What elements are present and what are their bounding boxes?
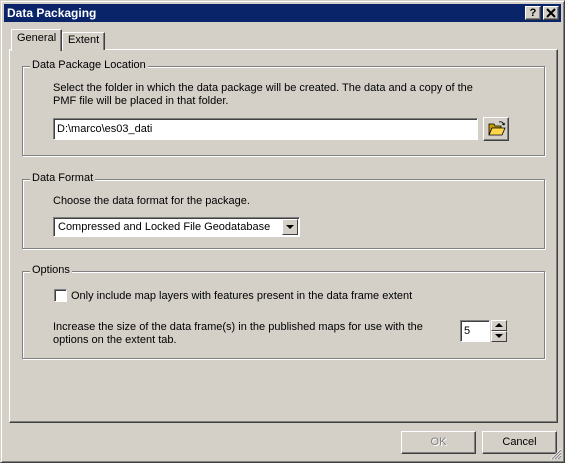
location-description-line1: Select the folder in which the data pack… [53, 82, 473, 94]
arrow-down-icon [495, 334, 503, 338]
data-packaging-dialog: Data Packaging ? General Extent Data Pac… [0, 0, 565, 463]
window-title: Data Packaging [7, 6, 97, 20]
tab-extent[interactable]: Extent [62, 32, 106, 50]
location-description-line2: PMF file will be placed in that folder. [53, 95, 229, 107]
help-button[interactable]: ? [525, 6, 541, 20]
data-package-location-group: Data Package Location [22, 59, 545, 156]
tab-general-label: General [17, 32, 57, 44]
cancel-button[interactable]: Cancel [482, 431, 557, 454]
browse-folder-button[interactable] [483, 117, 509, 141]
extent-description-line2: options on the extent tab. [53, 334, 177, 346]
include-features-label[interactable]: Only include map layers with features pr… [71, 290, 412, 303]
ok-button[interactable]: OK [401, 431, 476, 454]
spin-down-button[interactable] [491, 331, 507, 342]
extent-percent-input[interactable]: 5 [460, 320, 490, 342]
folder-open-icon [488, 121, 506, 136]
close-button[interactable] [543, 6, 559, 20]
data-format-selected-value: Compressed and Locked File Geodatabase [58, 221, 271, 233]
chevron-down-icon [286, 225, 294, 229]
close-icon [546, 8, 556, 18]
tab-general[interactable]: General [11, 29, 63, 51]
options-legend: Options [30, 264, 72, 276]
data-format-legend: Data Format [30, 172, 96, 184]
resize-grip-icon[interactable] [550, 448, 562, 460]
data-format-group: Data Format [22, 172, 545, 249]
data-package-location-legend: Data Package Location [30, 59, 148, 71]
include-features-checkbox[interactable] [54, 289, 67, 302]
data-format-select[interactable]: Compressed and Locked File Geodatabase [53, 217, 300, 237]
dropdown-arrow-button[interactable] [282, 219, 298, 235]
package-location-input[interactable]: D:\marco\es03_dati [53, 118, 478, 140]
title-bar[interactable]: Data Packaging ? [4, 4, 561, 22]
extent-description-line1: Increase the size of the data frame(s) i… [53, 321, 423, 333]
tab-extent-label: Extent [68, 34, 100, 46]
format-description: Choose the data format for the package. [53, 195, 250, 207]
arrow-up-icon [495, 323, 503, 327]
spin-up-button[interactable] [491, 320, 507, 331]
